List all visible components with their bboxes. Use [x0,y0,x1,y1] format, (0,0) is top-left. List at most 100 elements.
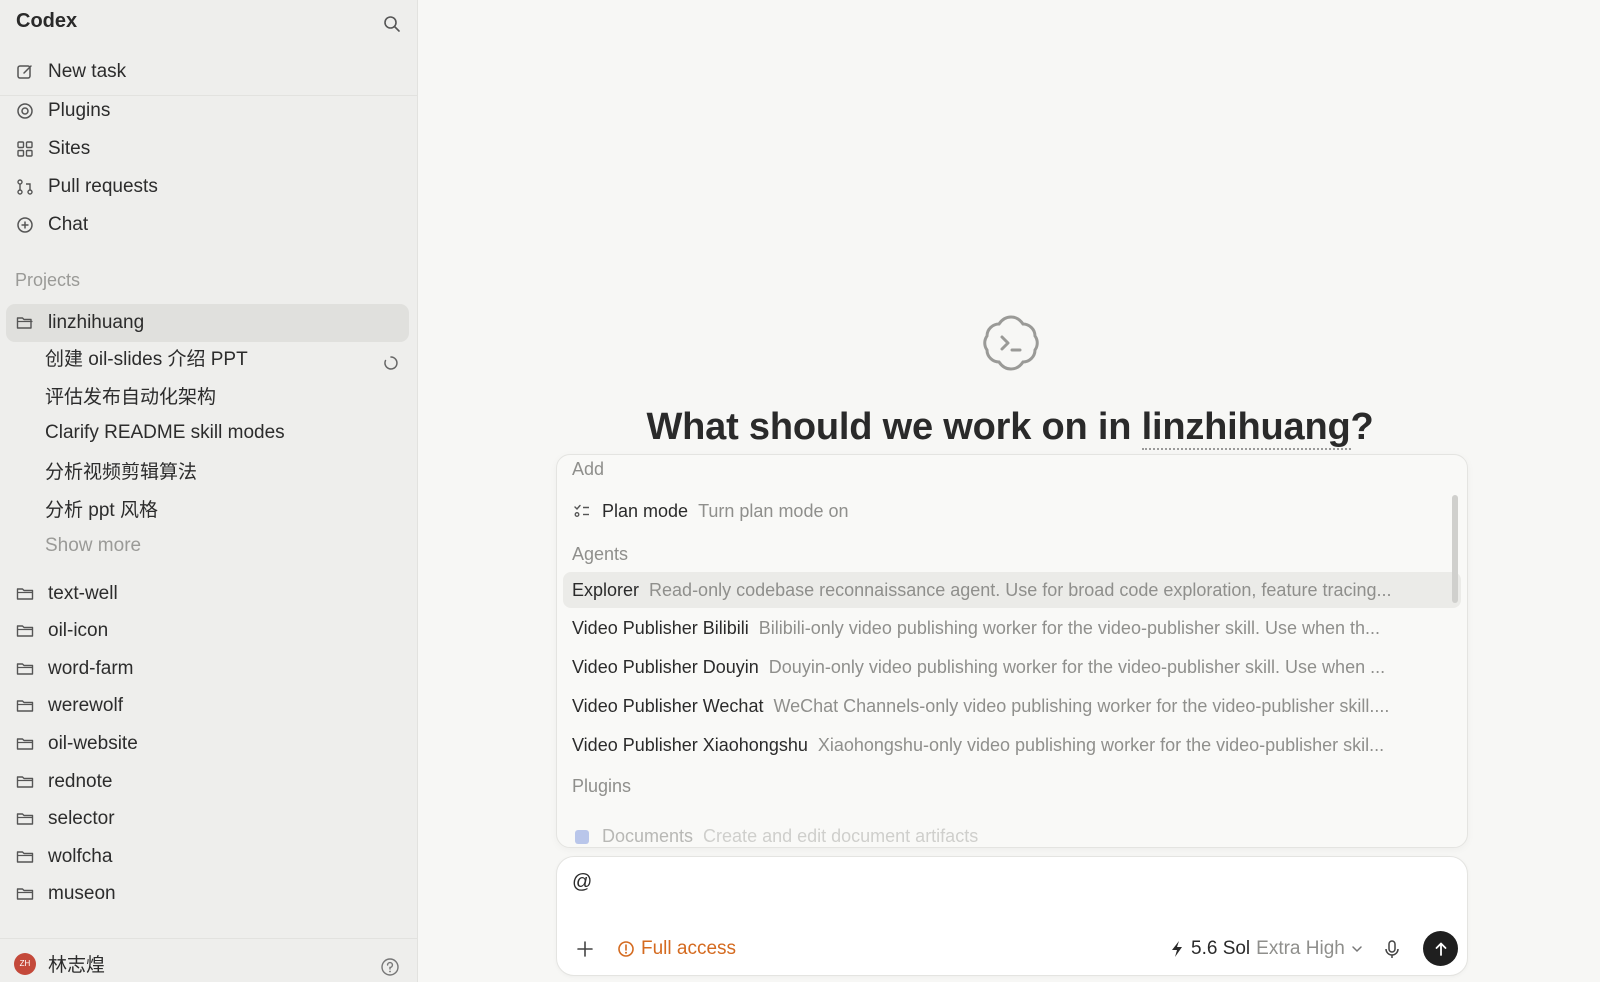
popover-section-add: Add [572,459,605,479]
folder-icon [14,620,36,642]
project-linzhihuang[interactable]: linzhihuang [14,306,144,340]
project-label: werewolf [48,695,123,716]
checklist-icon [572,501,592,521]
avatar: ZH [14,952,36,975]
project-label: wolfcha [48,846,113,867]
project-label: linzhihuang [48,312,145,333]
item-name: Explorer [572,579,640,600]
warning-circle-icon [618,941,634,957]
access-label: Full access [641,938,737,959]
folder-icon [14,658,36,680]
project-label: rednote [48,771,113,792]
item-name: Video Publisher Bilibili [572,617,749,638]
microphone-icon [1385,940,1399,958]
folder-icon [14,583,36,605]
grid-icon [14,138,36,160]
show-more-link[interactable]: Show more [45,529,141,563]
project-werewolf[interactable]: werewolf [14,689,123,723]
project-selector[interactable]: selector [14,802,115,836]
popover-item-agent[interactable]: Video Publisher Xiaohongshu Xiaohongshu-… [572,729,1452,761]
project-label: museon [48,883,116,904]
headline-project-link[interactable]: linzhihuang [1141,406,1351,450]
projects-section-label: Projects [15,270,81,290]
popover-item-agent-explorer[interactable]: Explorer Read-only codebase reconnaissan… [563,572,1461,608]
folder-icon [14,695,36,717]
help-button[interactable] [380,957,400,977]
folder-icon [14,883,36,905]
app-title: Codex [16,10,78,32]
add-attachment-button[interactable] [573,937,597,961]
nav-sites[interactable]: Sites [14,132,410,166]
access-mode-button[interactable]: Full access [617,937,736,961]
project-label: oil-icon [48,620,109,641]
folder-icon [14,846,36,868]
nav-label: Sites [48,138,91,159]
mention-popover: Add Plan mode Turn plan mode on Agents E… [556,454,1468,848]
nav-label: Plugins [48,100,111,121]
project-text-well[interactable]: text-well [14,577,118,611]
chevron-down-icon [1352,946,1362,953]
nav-plugins[interactable]: Plugins [14,94,410,128]
plus-circle-icon [14,214,36,236]
project-wolfcha[interactable]: wolfcha [14,840,112,874]
search-button[interactable] [380,12,404,36]
project-word-farm[interactable]: word-farm [14,652,134,686]
codex-logo-icon [983,315,1039,371]
nav-pull-requests[interactable]: Pull requests [14,170,410,204]
nav-label: Pull requests [48,176,158,197]
model-effort: Extra High [1256,938,1345,959]
item-name: Documents [602,826,694,846]
sidebar: Codex New task Plugins Sites Pull reques… [0,0,418,982]
composer: Full access 5.6 Sol Extra High [556,856,1468,976]
project-label: word-farm [48,658,134,679]
popover-item-agent[interactable]: Video Publisher Wechat WeChat Channels-o… [572,690,1452,722]
item-description: Read-only codebase reconnaissance agent.… [649,579,1392,600]
send-button[interactable] [1423,931,1458,966]
item-description: Bilibili-only video publishing worker fo… [758,617,1381,638]
user-profile[interactable]: ZH 林志煌 [14,950,105,977]
popover-section-plugins: Plugins [572,776,632,796]
task-item[interactable]: 分析 ppt 风格 [45,491,158,525]
model-selector[interactable]: 5.6 Sol Extra High [1169,937,1363,961]
popover-item-plan-mode[interactable]: Plan mode Turn plan mode on [572,495,1452,527]
item-description: Douyin-only video publishing worker for … [768,656,1386,677]
task-item[interactable]: Clarify README skill modes [45,416,285,450]
item-description: Turn plan mode on [698,500,849,521]
item-name: Plan mode [602,500,689,521]
nav-new-task[interactable]: New task [14,55,410,89]
headline-suffix: ? [1350,406,1374,448]
pencil-square-icon [14,61,36,83]
item-name: Video Publisher Douyin [572,656,759,677]
project-rednote[interactable]: rednote [14,765,112,799]
task-item[interactable]: 创建 oil-slides 介绍 PPT [45,340,248,374]
item-name: Video Publisher Wechat [572,695,764,716]
plus-icon [577,941,593,957]
project-oil-icon[interactable]: oil-icon [14,614,108,648]
microphone-button[interactable] [1381,938,1403,960]
page-headline: What should we work on in linzhihuang? [555,406,1465,450]
popover-section-agents: Agents [572,544,629,564]
project-label: text-well [48,583,118,604]
model-name: 5.6 Sol [1191,938,1251,959]
at-sign-icon [14,100,36,122]
nav-label: Chat [48,214,89,235]
popover-item-agent[interactable]: Video Publisher Douyin Douyin-only video… [572,651,1452,683]
project-museon[interactable]: museon [14,877,116,911]
prompt-input[interactable] [572,871,1432,894]
task-item[interactable]: 分析视频剪辑算法 [45,453,197,487]
nav-chat[interactable]: Chat [14,208,410,242]
task-item[interactable]: 评估发布自动化架构 [45,378,216,412]
popover-item-agent[interactable]: Video Publisher Bilibili Bilibili-only v… [572,612,1452,644]
search-icon [384,16,400,32]
sidebar-bottom-divider [0,938,418,939]
project-label: selector [48,808,115,829]
git-pull-request-icon [14,176,36,198]
item-description: Xiaohongshu-only video publishing worker… [817,734,1385,755]
popover-scrollbar[interactable] [1452,495,1458,603]
project-oil-website[interactable]: oil-website [14,727,138,761]
popover-item-plugin-documents[interactable]: Documents Create and edit document artif… [572,826,978,847]
headline-text: What should we work on in [646,406,1142,448]
folder-open-icon [14,312,36,334]
document-icon [575,829,589,844]
item-description: Create and edit document artifacts [703,826,979,846]
